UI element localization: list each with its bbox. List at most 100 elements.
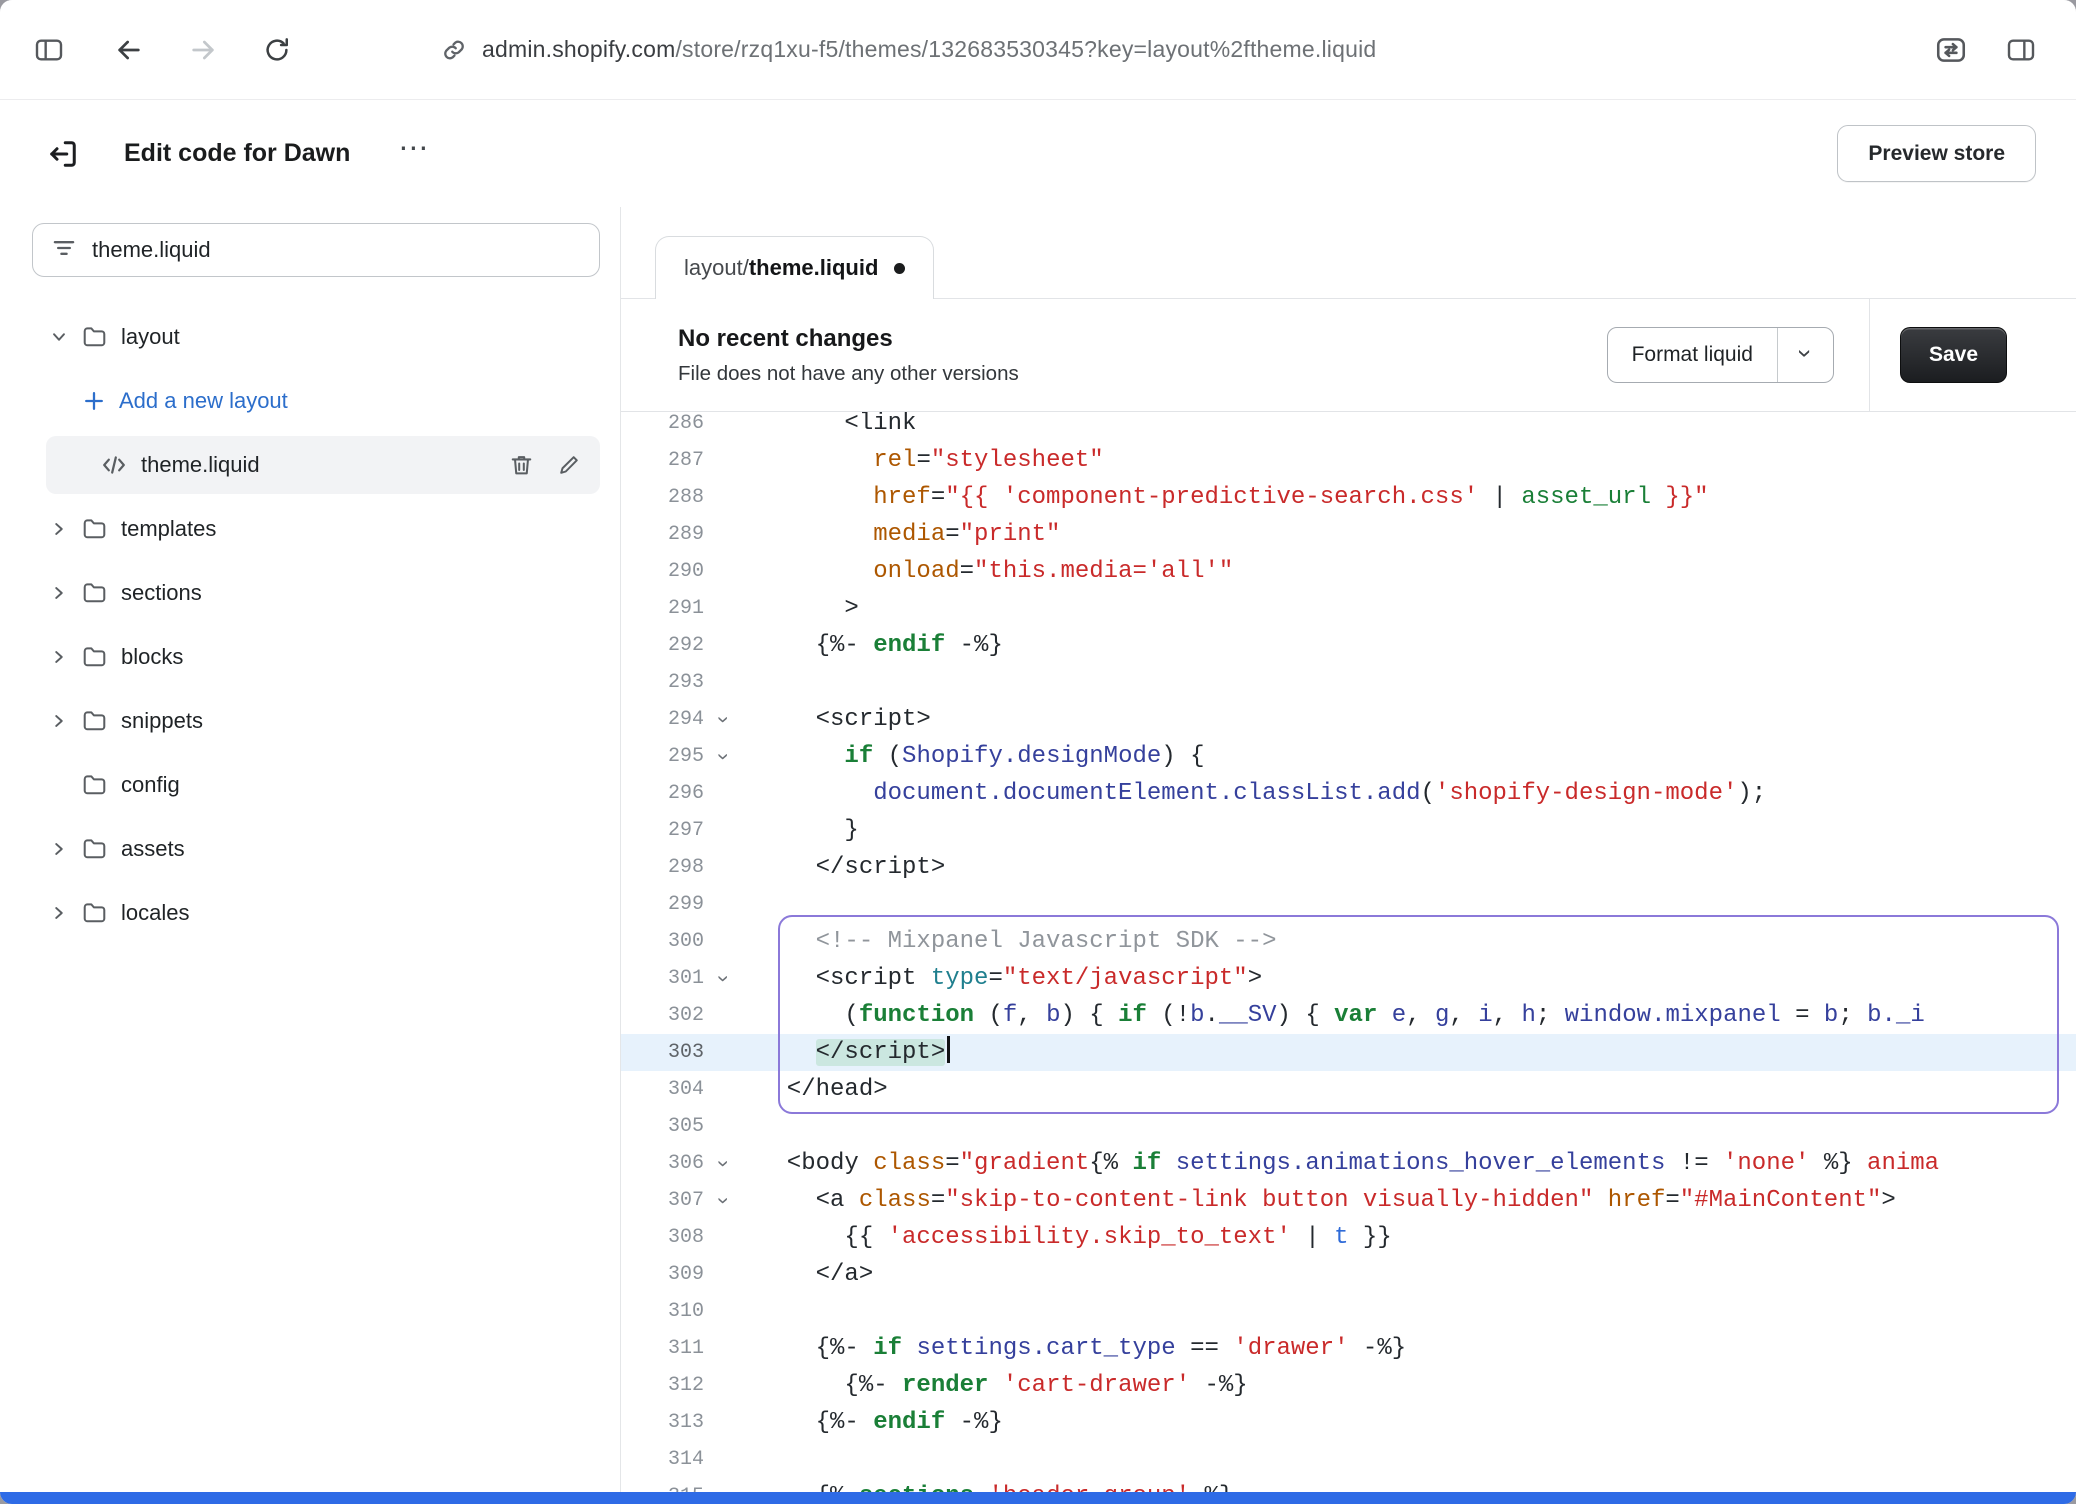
- code-line-305[interactable]: 305: [621, 1108, 2076, 1145]
- line-content[interactable]: }: [738, 812, 2076, 849]
- code-line-312[interactable]: 312 {%- render 'cart-drawer' -%}: [621, 1367, 2076, 1404]
- code-line-287[interactable]: 287 rel="stylesheet": [621, 442, 2076, 479]
- chevron-right-icon[interactable]: [46, 710, 72, 732]
- sidebar-toggle-icon[interactable]: [26, 27, 72, 73]
- split-view-icon[interactable]: [1998, 27, 2044, 73]
- line-content[interactable]: </script>: [738, 849, 2076, 886]
- line-content[interactable]: <script>: [738, 701, 2076, 738]
- code-line-309[interactable]: 309 </a>: [621, 1256, 2076, 1293]
- code-line-301[interactable]: 301› <script type="text/javascript">: [621, 960, 2076, 997]
- file-filter-box[interactable]: [32, 223, 600, 277]
- line-content[interactable]: {%- if settings.cart_type == 'drawer' -%…: [738, 1330, 2076, 1367]
- line-content[interactable]: [738, 664, 2076, 701]
- code-line-307[interactable]: 307› <a class="skip-to-content-link butt…: [621, 1182, 2076, 1219]
- code-line-295[interactable]: 295› if (Shopify.designMode) {: [621, 738, 2076, 775]
- sidebar-folder-locales[interactable]: locales: [0, 881, 620, 945]
- chevron-right-icon[interactable]: [46, 518, 72, 540]
- code-line-310[interactable]: 310: [621, 1293, 2076, 1330]
- line-content[interactable]: <a class="skip-to-content-link button vi…: [738, 1182, 2076, 1219]
- code-line-298[interactable]: 298 </script>: [621, 849, 2076, 886]
- code-line-303[interactable]: 303 </script>: [621, 1034, 2076, 1071]
- delete-file-button[interactable]: [504, 448, 538, 482]
- sidebar-folder-snippets[interactable]: snippets: [0, 689, 620, 753]
- sidebar-action-add-a-new-layout[interactable]: Add a new layout: [0, 369, 620, 433]
- code-line-290[interactable]: 290 onload="this.media='all'": [621, 553, 2076, 590]
- code-line-293[interactable]: 293: [621, 664, 2076, 701]
- url-bar[interactable]: admin.shopify.com/store/rzq1xu-f5/themes…: [440, 36, 1376, 64]
- file-filter-input[interactable]: [92, 237, 581, 263]
- code-line-313[interactable]: 313 {%- endif -%}: [621, 1404, 2076, 1441]
- sidebar-folder-sections[interactable]: sections: [0, 561, 620, 625]
- code-line-286[interactable]: 286 <link: [621, 412, 2076, 442]
- extensions-icon[interactable]: [1928, 27, 1974, 73]
- line-content[interactable]: <!-- Mixpanel Javascript SDK -->: [738, 923, 2076, 960]
- code-line-299[interactable]: 299: [621, 886, 2076, 923]
- format-liquid-button[interactable]: Format liquid ›: [1607, 327, 1834, 383]
- forward-button[interactable]: [180, 27, 226, 73]
- sidebar-folder-assets[interactable]: assets: [0, 817, 620, 881]
- code-line-302[interactable]: 302 (function (f, b) { if (!b.__SV) { va…: [621, 997, 2076, 1034]
- more-actions-button[interactable]: ⋯: [392, 134, 434, 174]
- line-content[interactable]: {%- render 'cart-drawer' -%}: [738, 1367, 2076, 1404]
- fold-toggle-icon[interactable]: ›: [704, 960, 738, 997]
- line-content[interactable]: </head>: [738, 1071, 2076, 1108]
- reload-button[interactable]: [254, 27, 300, 73]
- sidebar-folder-blocks[interactable]: blocks: [0, 625, 620, 689]
- line-content[interactable]: [738, 1441, 2076, 1478]
- line-content[interactable]: <link: [738, 412, 2076, 442]
- code-line-300[interactable]: 300 <!-- Mixpanel Javascript SDK -->: [621, 923, 2076, 960]
- line-content[interactable]: [738, 886, 2076, 923]
- line-content[interactable]: {% sections 'header-group' %}: [738, 1478, 2076, 1492]
- code-line-296[interactable]: 296 document.documentElement.classList.a…: [621, 775, 2076, 812]
- fold-toggle-icon[interactable]: ›: [704, 738, 738, 775]
- code-line-289[interactable]: 289 media="print": [621, 516, 2076, 553]
- back-button[interactable]: [106, 27, 152, 73]
- line-content[interactable]: {{ 'accessibility.skip_to_text' | t }}: [738, 1219, 2076, 1256]
- line-content[interactable]: [738, 1293, 2076, 1330]
- line-content[interactable]: </script>: [738, 1034, 2076, 1071]
- sidebar-folder-layout[interactable]: layout: [0, 305, 620, 369]
- line-content[interactable]: >: [738, 590, 2076, 627]
- code-line-311[interactable]: 311 {%- if settings.cart_type == 'drawer…: [621, 1330, 2076, 1367]
- line-content[interactable]: </a>: [738, 1256, 2076, 1293]
- fold-toggle-icon[interactable]: ›: [704, 1145, 738, 1182]
- code-line-292[interactable]: 292 {%- endif -%}: [621, 627, 2076, 664]
- exit-editor-button[interactable]: [40, 131, 86, 177]
- line-content[interactable]: [738, 1108, 2076, 1145]
- line-content[interactable]: href="{{ 'component-predictive-search.cs…: [738, 479, 2076, 516]
- chevron-right-icon[interactable]: [46, 646, 72, 668]
- tab-theme-liquid[interactable]: layout/theme.liquid: [655, 236, 934, 299]
- fold-toggle-icon[interactable]: ›: [704, 1182, 738, 1219]
- chevron-right-icon[interactable]: [46, 838, 72, 860]
- line-content[interactable]: {%- endif -%}: [738, 627, 2076, 664]
- code-line-288[interactable]: 288 href="{{ 'component-predictive-searc…: [621, 479, 2076, 516]
- line-content[interactable]: <script type="text/javascript">: [738, 960, 2076, 997]
- preview-store-button[interactable]: Preview store: [1837, 125, 2036, 182]
- line-content[interactable]: if (Shopify.designMode) {: [738, 738, 2076, 775]
- line-content[interactable]: {%- endif -%}: [738, 1404, 2076, 1441]
- fold-toggle-icon[interactable]: ›: [704, 701, 738, 738]
- chevron-down-icon[interactable]: [46, 326, 72, 348]
- line-content[interactable]: media="print": [738, 516, 2076, 553]
- sidebar-folder-config[interactable]: config: [0, 753, 620, 817]
- code-line-294[interactable]: 294› <script>: [621, 701, 2076, 738]
- code-line-297[interactable]: 297 }: [621, 812, 2076, 849]
- sidebar-folder-templates[interactable]: templates: [0, 497, 620, 561]
- line-content[interactable]: rel="stylesheet": [738, 442, 2076, 479]
- code-line-308[interactable]: 308 {{ 'accessibility.skip_to_text' | t …: [621, 1219, 2076, 1256]
- line-content[interactable]: document.documentElement.classList.add('…: [738, 775, 2076, 812]
- code-line-306[interactable]: 306› <body class="gradient{% if settings…: [621, 1145, 2076, 1182]
- format-liquid-dropdown[interactable]: ›: [1777, 328, 1833, 382]
- chevron-right-icon[interactable]: [46, 582, 72, 604]
- code-editor[interactable]: 286 <link287 rel="stylesheet"288 href="{…: [621, 412, 2076, 1492]
- line-content[interactable]: <body class="gradient{% if settings.anim…: [738, 1145, 2076, 1182]
- line-content[interactable]: (function (f, b) { if (!b.__SV) { var e,…: [738, 997, 2076, 1034]
- chevron-right-icon[interactable]: [46, 902, 72, 924]
- save-button[interactable]: Save: [1900, 327, 2007, 383]
- line-content[interactable]: onload="this.media='all'": [738, 553, 2076, 590]
- code-line-315[interactable]: 315 {% sections 'header-group' %}: [621, 1478, 2076, 1492]
- sidebar-file-theme-liquid[interactable]: theme.liquid: [46, 436, 600, 494]
- rename-file-button[interactable]: [552, 448, 586, 482]
- code-line-314[interactable]: 314: [621, 1441, 2076, 1478]
- code-line-291[interactable]: 291 >: [621, 590, 2076, 627]
